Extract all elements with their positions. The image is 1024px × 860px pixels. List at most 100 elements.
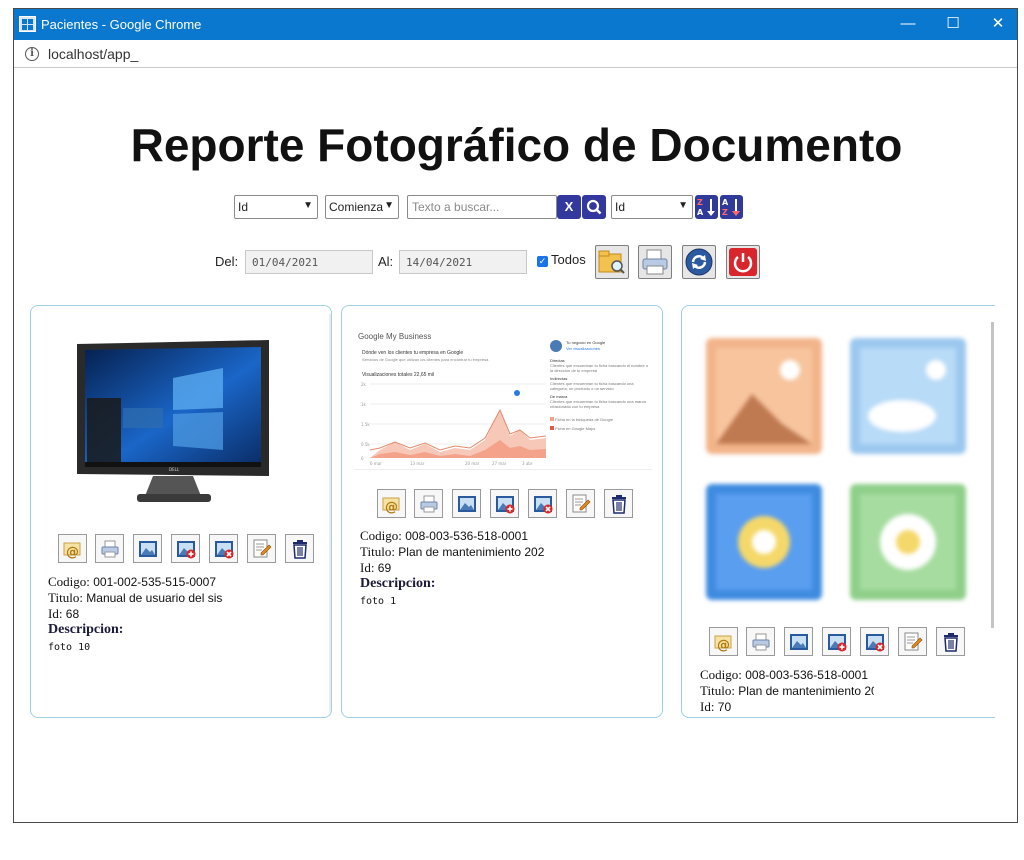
print-icon	[420, 495, 438, 513]
svg-text:Z: Z	[722, 208, 728, 217]
sort-ascending-button[interactable]: ZA	[695, 195, 718, 219]
gmb-avatar	[550, 340, 562, 352]
close-icon[interactable]: ✕	[978, 13, 1018, 35]
id-value: 68	[65, 607, 80, 621]
image-add-icon	[828, 634, 847, 652]
print-button[interactable]	[746, 627, 775, 656]
field-select[interactable]: Id ▼	[234, 195, 318, 219]
gmb-sources: Directas Clientes que encuentran tu fich…	[550, 358, 650, 431]
id-label: Id:	[48, 606, 63, 621]
placeholder-images	[702, 334, 982, 614]
print-icon	[642, 249, 668, 275]
titulo-label: Titulo:	[48, 590, 83, 605]
page-content: Reporte Fotográfico de Documento Id ▼ Co…	[14, 68, 1017, 823]
search-folder-button[interactable]	[595, 245, 629, 279]
card-details: Codigo: 001-002-535-515-0007 Titulo: Man…	[48, 574, 328, 656]
gmb-x-tick: 3 abr	[522, 461, 533, 466]
refresh-button[interactable]	[682, 245, 716, 279]
address-bar: i localhost/app_	[14, 40, 1017, 68]
card-scrollbar[interactable]	[329, 314, 331, 712]
gmb-legend2: Ficha en Google Maps	[555, 426, 596, 431]
to-date-input[interactable]: 14/04/2021	[399, 250, 527, 274]
from-label: Del:	[215, 254, 239, 269]
delete-image-button[interactable]	[209, 534, 238, 563]
edit-button[interactable]	[566, 489, 595, 518]
all-checkbox[interactable]: ✓	[537, 256, 548, 267]
edit-button[interactable]	[247, 534, 276, 563]
print-button[interactable]	[95, 534, 124, 563]
email-button[interactable]: @	[377, 489, 406, 518]
card-scrollbar[interactable]	[991, 322, 994, 628]
maximize-icon[interactable]: ☐	[933, 13, 973, 35]
sort-ascending-icon: ZA	[697, 198, 715, 217]
image-icon	[458, 496, 476, 512]
minimize-icon[interactable]: —	[888, 13, 928, 35]
gmb-total: Visualizaciones totales 22,65 mil	[362, 372, 435, 378]
gmb-sub: Servicios de Google que utilizan los cli…	[362, 357, 489, 362]
gmb-legend1: Ficha en la búsqueda de Google	[555, 417, 613, 422]
image-delete-icon	[534, 496, 553, 514]
delete-button[interactable]	[604, 489, 633, 518]
add-image-button[interactable]	[822, 627, 851, 656]
codigo-value: 008-003-536-518-0001	[745, 668, 869, 682]
codigo-label: Codigo:	[700, 667, 742, 682]
app-icon	[19, 16, 36, 32]
search-button[interactable]	[582, 195, 606, 219]
chevron-down-icon: ▼	[303, 200, 313, 211]
field-select-value: Id	[238, 200, 249, 214]
image-icon	[790, 634, 808, 650]
descripcion-label: Descripcion:	[48, 622, 124, 637]
titulo-label: Titulo:	[360, 544, 395, 559]
gmb-y-tick: 1.5k	[361, 422, 370, 427]
add-image-button[interactable]	[490, 489, 519, 518]
email-button[interactable]: @	[58, 534, 87, 563]
card-details: Codigo: 008-003-536-518-0001 Titulo: Pla…	[700, 667, 874, 715]
id-label: Id:	[360, 560, 375, 575]
power-icon	[729, 248, 757, 276]
image-add-icon	[177, 541, 196, 559]
codigo-value: 001-002-535-515-0007	[93, 575, 217, 589]
view-image-button[interactable]	[133, 534, 162, 563]
descripcion-value: foto 10	[48, 642, 91, 653]
url-text[interactable]: localhost/app_	[48, 46, 138, 62]
print-button[interactable]	[414, 489, 443, 518]
photo-card: Google My Business Dónde ven los cliente…	[341, 305, 663, 718]
sort-descending-button[interactable]: AZ	[720, 195, 743, 219]
from-date-input[interactable]: 01/04/2021	[245, 250, 373, 274]
sort-descending-icon: AZ	[722, 198, 740, 217]
card-toolbar: @	[377, 489, 637, 519]
gmb-side-title: Tu negocio en Google	[566, 340, 606, 345]
gmb-s2-text: Clientes que encuentran tu ficha buscand…	[550, 381, 634, 391]
email-button[interactable]: @	[709, 627, 738, 656]
clear-search-button[interactable]: X	[557, 195, 581, 219]
titulo-value: Manual de usuario del sis	[86, 591, 223, 605]
titulo-value: Plan de mantenimiento 202	[398, 545, 545, 559]
image-add-icon	[496, 496, 515, 514]
edit-button[interactable]	[898, 627, 927, 656]
photo-card: @ Codigo: 008-003-536-518-0001 Titulo: P…	[681, 305, 995, 718]
card-toolbar: @	[58, 534, 318, 564]
view-image-button[interactable]	[784, 627, 813, 656]
print-report-button[interactable]	[638, 245, 672, 279]
gmb-x-tick: 20 mar	[465, 461, 480, 466]
to-label: Al:	[378, 254, 394, 269]
delete-button[interactable]	[936, 627, 965, 656]
delete-image-button[interactable]	[528, 489, 557, 518]
exit-button[interactable]	[726, 245, 760, 279]
sort-select[interactable]: Id ▼	[611, 195, 693, 219]
gmb-x-tick: 6 mar	[370, 461, 382, 466]
search-input[interactable]: Texto a buscar...	[407, 195, 557, 219]
delete-image-button[interactable]	[860, 627, 889, 656]
card-toolbar: @	[709, 627, 969, 657]
mode-select[interactable]: Comienza ▼	[325, 195, 399, 219]
codigo-label: Codigo:	[360, 528, 402, 543]
card-details: Codigo: 008-003-536-518-0001 Titulo: Pla…	[360, 528, 660, 610]
gmb-s1-text: Clientes que encuentran tu ficha buscand…	[550, 363, 649, 373]
view-image-button[interactable]	[452, 489, 481, 518]
codigo-label: Codigo:	[48, 574, 90, 589]
delete-button[interactable]	[285, 534, 314, 563]
add-image-button[interactable]	[171, 534, 200, 563]
gmb-x-tick: 13 mar	[410, 461, 425, 466]
id-value: 70	[717, 700, 732, 714]
info-icon[interactable]: i	[25, 47, 39, 61]
